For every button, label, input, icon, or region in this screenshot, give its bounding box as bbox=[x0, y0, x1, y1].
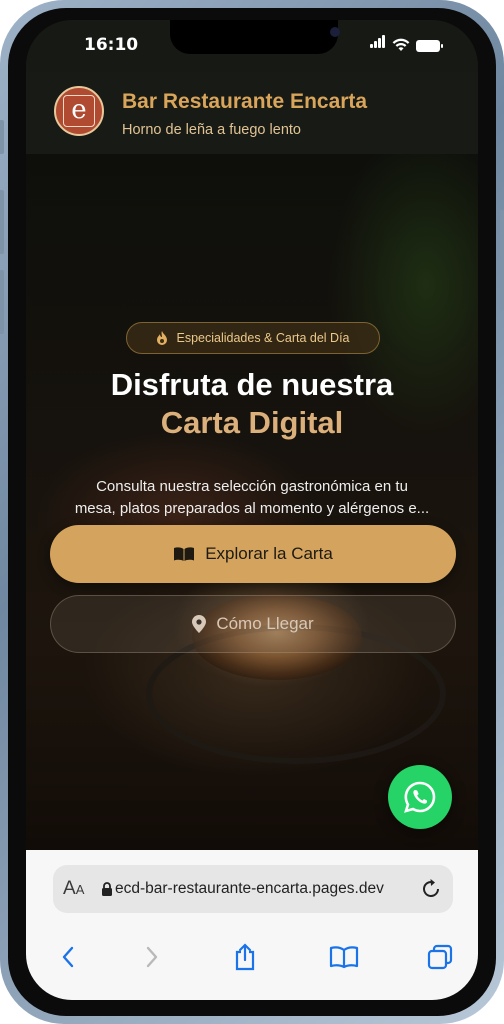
explore-menu-label: Explorar la Carta bbox=[205, 544, 333, 563]
forward-button[interactable] bbox=[132, 940, 172, 974]
text-size-small: A bbox=[75, 882, 85, 897]
tabs-icon bbox=[427, 944, 453, 970]
reload-icon[interactable] bbox=[420, 878, 442, 900]
description-line2: mesa, platos preparados al momento y alé… bbox=[74, 500, 430, 517]
logo-letter: e bbox=[63, 95, 95, 127]
share-icon bbox=[235, 943, 255, 971]
battery-icon bbox=[416, 40, 443, 52]
site-tagline: Horno de leña a fuego lento bbox=[122, 122, 301, 138]
book-open-icon bbox=[174, 547, 195, 561]
status-bar: 16:10 bbox=[26, 20, 478, 72]
share-button[interactable] bbox=[225, 940, 265, 974]
forward-icon bbox=[146, 946, 158, 968]
whatsapp-button[interactable] bbox=[388, 765, 452, 829]
specials-badge: Especialidades & Carta del Día bbox=[126, 322, 380, 354]
cellular-signal-icon bbox=[370, 33, 386, 52]
directions-label: Cómo Llegar bbox=[216, 614, 314, 633]
volume-up-button bbox=[0, 190, 4, 254]
mute-switch bbox=[0, 120, 4, 154]
whatsapp-icon bbox=[404, 781, 436, 813]
address-bar[interactable]: AA ecd-bar-restaurante-encarta.pages.dev bbox=[53, 865, 453, 913]
hero-headline: Disfruta de nuestra Carta Digital bbox=[26, 366, 478, 442]
safari-toolbar bbox=[26, 932, 478, 982]
screen: 16:10 e Bar Restaurante Encarta Horno de… bbox=[26, 20, 478, 1000]
site-title: Bar Restaurante Encarta bbox=[122, 90, 368, 113]
lock-icon bbox=[102, 881, 112, 896]
safari-bottom-bar: AA ecd-bar-restaurante-encarta.pages.dev bbox=[26, 850, 478, 1000]
headline-line1: Disfruta de nuestra bbox=[110, 367, 394, 402]
dynamic-notch bbox=[170, 20, 340, 54]
hero-description: Consulta nuestra selección gastronómica … bbox=[46, 476, 458, 520]
url-text: ecd-bar-restaurante-encarta.pages.dev bbox=[115, 880, 384, 897]
hero-section: Especialidades & Carta del Día Disfruta … bbox=[26, 154, 478, 850]
front-camera bbox=[330, 27, 340, 37]
headline-line2: Carta Digital bbox=[160, 405, 344, 440]
back-button[interactable] bbox=[48, 940, 88, 974]
description-line1: Consulta nuestra selección gastronómica … bbox=[96, 478, 408, 495]
flame-icon bbox=[157, 331, 168, 345]
status-time: 16:10 bbox=[84, 35, 139, 55]
tabs-button[interactable] bbox=[420, 940, 460, 974]
text-size-button[interactable]: AA bbox=[63, 878, 99, 900]
map-pin-icon bbox=[192, 615, 207, 633]
text-size-large: A bbox=[63, 878, 76, 899]
explore-menu-button[interactable]: Explorar la Carta bbox=[50, 525, 456, 583]
directions-button[interactable]: Cómo Llegar bbox=[50, 595, 456, 653]
back-icon bbox=[62, 946, 74, 968]
restaurant-logo[interactable]: e bbox=[54, 86, 104, 136]
badge-label: Especialidades & Carta del Día bbox=[176, 331, 350, 345]
status-icons bbox=[370, 35, 443, 52]
bookmarks-icon bbox=[329, 946, 359, 969]
bookmarks-button[interactable] bbox=[324, 940, 364, 974]
volume-down-button bbox=[0, 270, 4, 334]
wifi-icon bbox=[392, 38, 410, 51]
site-header: e Bar Restaurante Encarta Horno de leña … bbox=[26, 72, 478, 155]
power-button bbox=[500, 210, 504, 310]
